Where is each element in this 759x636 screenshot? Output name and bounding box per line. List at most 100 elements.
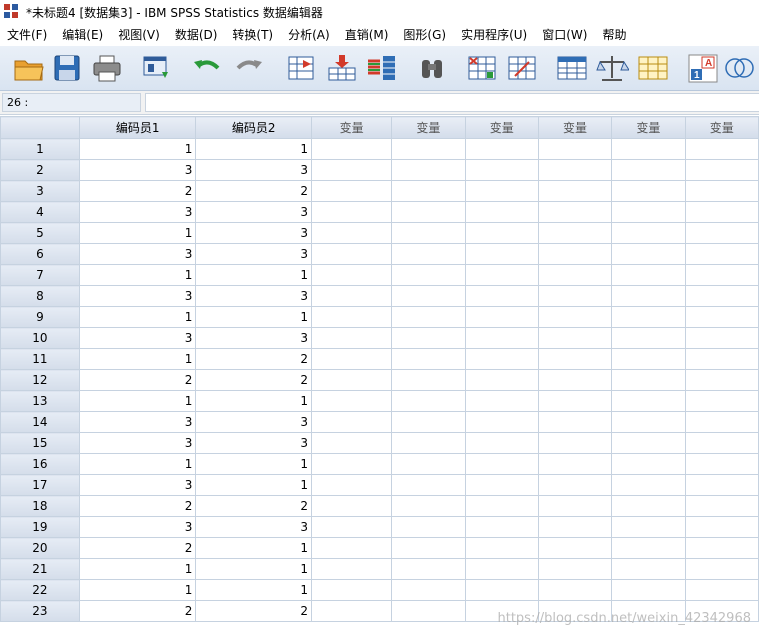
empty-data-cell[interactable] [611, 432, 686, 454]
empty-data-cell[interactable] [464, 327, 539, 349]
empty-data-cell[interactable] [391, 285, 466, 307]
row-number[interactable]: 17 [0, 474, 80, 496]
empty-data-cell[interactable] [684, 432, 759, 454]
data-cell-coder2[interactable]: 2 [195, 369, 313, 391]
empty-data-cell[interactable] [464, 411, 539, 433]
empty-data-cell[interactable] [611, 285, 686, 307]
empty-data-cell[interactable] [611, 138, 686, 160]
empty-data-cell[interactable] [684, 285, 759, 307]
empty-data-cell[interactable] [311, 600, 393, 622]
empty-data-cell[interactable] [311, 537, 393, 559]
empty-data-cell[interactable] [611, 306, 686, 328]
empty-data-cell[interactable] [611, 558, 686, 580]
empty-data-cell[interactable] [311, 579, 393, 601]
empty-data-cell[interactable] [537, 558, 613, 580]
empty-data-cell[interactable] [311, 411, 393, 433]
empty-data-cell[interactable] [391, 327, 466, 349]
data-cell-coder2[interactable]: 3 [195, 201, 313, 223]
data-cell-coder2[interactable]: 1 [195, 537, 313, 559]
empty-data-cell[interactable] [391, 369, 466, 391]
empty-data-cell[interactable] [311, 474, 393, 496]
empty-data-cell[interactable] [311, 159, 393, 181]
empty-data-cell[interactable] [464, 453, 539, 475]
data-cell-coder1[interactable]: 3 [78, 516, 197, 538]
empty-data-cell[interactable] [391, 306, 466, 328]
data-cell-coder1[interactable]: 1 [78, 558, 197, 580]
open-folder-icon[interactable] [12, 52, 46, 84]
insert-variable-icon[interactable] [505, 52, 539, 84]
row-number[interactable]: 18 [0, 495, 80, 517]
empty-data-cell[interactable] [684, 327, 759, 349]
data-cell-coder2[interactable]: 1 [195, 390, 313, 412]
data-cell-coder2[interactable]: 3 [195, 411, 313, 433]
empty-data-cell[interactable] [537, 495, 613, 517]
empty-data-cell[interactable] [611, 537, 686, 559]
data-cell-coder1[interactable]: 1 [78, 222, 197, 244]
empty-data-cell[interactable] [464, 285, 539, 307]
data-cell-coder1[interactable]: 3 [78, 411, 197, 433]
use-sets-icon[interactable] [722, 52, 756, 84]
data-cell-coder1[interactable]: 3 [78, 243, 197, 265]
data-cell-coder2[interactable]: 2 [195, 600, 313, 622]
empty-data-cell[interactable] [537, 306, 613, 328]
menu-help[interactable]: 帮助 [595, 24, 634, 46]
empty-data-cell[interactable] [611, 495, 686, 517]
empty-data-cell[interactable] [537, 600, 613, 622]
empty-data-cell[interactable] [611, 453, 686, 475]
empty-data-cell[interactable] [464, 306, 539, 328]
empty-data-cell[interactable] [391, 516, 466, 538]
data-cell-coder2[interactable]: 3 [195, 243, 313, 265]
empty-data-cell[interactable] [464, 138, 539, 160]
empty-data-cell[interactable] [464, 201, 539, 223]
column-header-var[interactable]: 变量 [684, 116, 759, 139]
empty-data-cell[interactable] [537, 264, 613, 286]
row-number[interactable]: 1 [0, 138, 80, 160]
row-number[interactable]: 20 [0, 537, 80, 559]
empty-data-cell[interactable] [611, 180, 686, 202]
data-cell-coder1[interactable]: 1 [78, 138, 197, 160]
data-cell-coder2[interactable]: 1 [195, 474, 313, 496]
row-number[interactable]: 15 [0, 432, 80, 454]
menu-view[interactable]: 视图(V) [111, 24, 168, 46]
empty-data-cell[interactable] [611, 516, 686, 538]
row-number[interactable]: 21 [0, 558, 80, 580]
empty-data-cell[interactable] [537, 243, 613, 265]
empty-data-cell[interactable] [684, 180, 759, 202]
menu-analyze[interactable]: 分析(A) [281, 24, 338, 46]
data-cell-coder1[interactable]: 2 [78, 600, 197, 622]
data-cell-coder2[interactable]: 1 [195, 264, 313, 286]
empty-data-cell[interactable] [464, 600, 539, 622]
menu-window[interactable]: 窗口(W) [535, 24, 595, 46]
data-cell-coder1[interactable]: 3 [78, 327, 197, 349]
empty-data-cell[interactable] [464, 264, 539, 286]
empty-data-cell[interactable] [611, 411, 686, 433]
column-header-var[interactable]: 变量 [464, 116, 539, 139]
row-number[interactable]: 14 [0, 411, 80, 433]
column-header-var[interactable]: 变量 [391, 116, 466, 139]
empty-data-cell[interactable] [464, 348, 539, 370]
empty-data-cell[interactable] [684, 390, 759, 412]
empty-data-cell[interactable] [311, 369, 393, 391]
empty-data-cell[interactable] [684, 243, 759, 265]
empty-data-cell[interactable] [611, 327, 686, 349]
find-icon[interactable] [415, 52, 449, 84]
empty-data-cell[interactable] [464, 516, 539, 538]
empty-data-cell[interactable] [611, 390, 686, 412]
redo-icon[interactable] [232, 52, 266, 84]
print-icon[interactable] [90, 52, 124, 84]
data-cell-coder1[interactable]: 1 [78, 390, 197, 412]
column-header-var[interactable]: 变量 [611, 116, 686, 139]
row-number[interactable]: 2 [0, 159, 80, 181]
empty-data-cell[interactable] [537, 327, 613, 349]
empty-data-cell[interactable] [464, 180, 539, 202]
empty-data-cell[interactable] [684, 495, 759, 517]
empty-data-cell[interactable] [537, 369, 613, 391]
menu-graphs[interactable]: 图形(G) [396, 24, 454, 46]
column-header-coder2[interactable]: 编码员2 [195, 116, 313, 139]
split-file-icon[interactable] [555, 52, 589, 84]
empty-data-cell[interactable] [464, 495, 539, 517]
empty-data-cell[interactable] [537, 516, 613, 538]
column-header-coder1[interactable]: 编码员1 [78, 116, 197, 139]
empty-data-cell[interactable] [464, 390, 539, 412]
empty-data-cell[interactable] [391, 411, 466, 433]
